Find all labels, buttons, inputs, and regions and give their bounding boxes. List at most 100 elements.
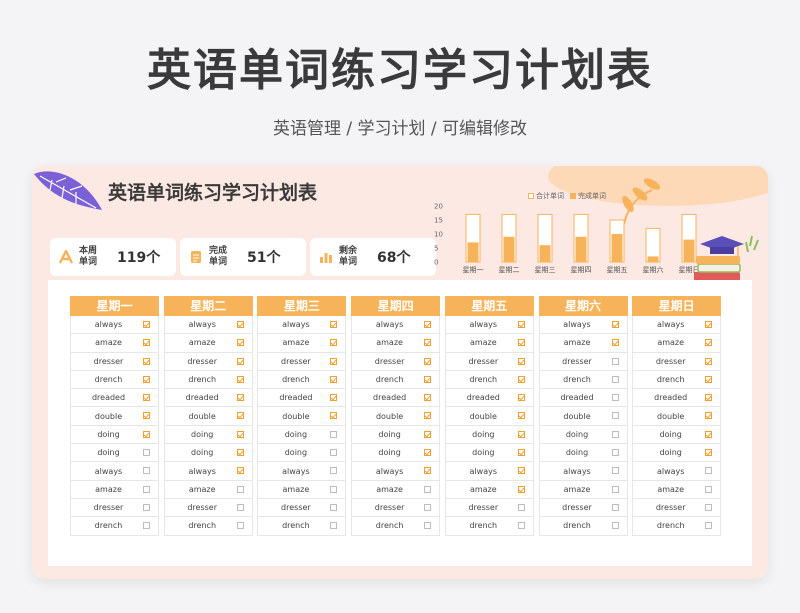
checked-checkbox[interactable] <box>236 394 244 402</box>
word-row: double <box>444 407 534 426</box>
checked-checkbox[interactable] <box>143 321 150 328</box>
checked-checkbox[interactable] <box>236 430 244 438</box>
unchecked-checkbox[interactable] <box>143 449 150 457</box>
checked-checkbox[interactable] <box>517 467 525 475</box>
checked-checkbox[interactable] <box>330 321 338 328</box>
word-row: doing <box>351 425 441 445</box>
checked-checkbox[interactable] <box>143 430 150 438</box>
checked-checkbox[interactable] <box>236 339 244 347</box>
checked-checkbox[interactable] <box>424 357 432 365</box>
checked-checkbox[interactable] <box>236 357 244 365</box>
checked-checkbox[interactable] <box>424 467 432 475</box>
checked-checkbox[interactable] <box>330 357 338 365</box>
checked-checkbox[interactable] <box>517 430 525 438</box>
unchecked-checkbox[interactable] <box>611 485 619 493</box>
checked-checkbox[interactable] <box>705 375 713 383</box>
unchecked-checkbox[interactable] <box>330 522 338 530</box>
stat-value: 119个 <box>117 250 161 266</box>
word-row: always <box>163 316 253 335</box>
unchecked-checkbox[interactable] <box>330 430 338 438</box>
unchecked-checkbox[interactable] <box>705 522 713 530</box>
y-tick-label: 5 <box>434 245 438 253</box>
unchecked-checkbox[interactable] <box>517 503 525 511</box>
checked-checkbox[interactable] <box>517 394 525 402</box>
checked-checkbox[interactable] <box>424 321 432 328</box>
unchecked-checkbox[interactable] <box>330 485 338 493</box>
checked-checkbox[interactable] <box>143 412 150 420</box>
word-row: drench <box>163 370 253 390</box>
checked-checkbox[interactable] <box>236 375 244 383</box>
checked-checkbox[interactable] <box>424 412 432 420</box>
unchecked-checkbox[interactable] <box>705 485 713 493</box>
checked-checkbox[interactable] <box>517 375 525 383</box>
unchecked-checkbox[interactable] <box>611 394 619 402</box>
checked-checkbox[interactable] <box>517 412 525 420</box>
word-row: amaze <box>538 480 628 499</box>
stat-label: 单词 <box>79 257 98 267</box>
checked-checkbox[interactable] <box>236 412 244 420</box>
checked-checkbox[interactable] <box>330 394 338 402</box>
unchecked-checkbox[interactable] <box>330 503 338 511</box>
checked-checkbox[interactable] <box>517 339 525 347</box>
checked-checkbox[interactable] <box>236 321 244 328</box>
checked-checkbox[interactable] <box>517 321 525 328</box>
stat-label: 完成 <box>209 246 228 256</box>
unchecked-checkbox[interactable] <box>143 522 150 530</box>
unchecked-checkbox[interactable] <box>236 503 244 511</box>
bar-done <box>467 242 479 262</box>
unchecked-checkbox[interactable] <box>611 412 619 420</box>
unchecked-checkbox[interactable] <box>611 449 619 457</box>
checked-checkbox[interactable] <box>517 485 525 493</box>
unchecked-checkbox[interactable] <box>611 503 619 511</box>
checked-checkbox[interactable] <box>424 375 432 383</box>
unchecked-checkbox[interactable] <box>236 522 244 530</box>
checked-checkbox[interactable] <box>143 357 150 365</box>
plan-card: 英语单词练习学习计划表 本周 单词 119个 完成 单词 51个 剩余 单词 68个 … <box>32 166 768 579</box>
day-header: 星期六 <box>538 296 628 316</box>
unchecked-checkbox[interactable] <box>424 522 432 530</box>
checked-checkbox[interactable] <box>330 412 338 420</box>
checked-checkbox[interactable] <box>705 339 713 347</box>
checked-checkbox[interactable] <box>705 430 713 438</box>
checked-checkbox[interactable] <box>705 412 713 420</box>
checked-checkbox[interactable] <box>143 375 150 383</box>
checked-checkbox[interactable] <box>611 339 619 347</box>
checked-checkbox[interactable] <box>424 449 432 457</box>
checked-checkbox[interactable] <box>143 339 150 347</box>
checked-checkbox[interactable] <box>705 357 713 365</box>
checked-checkbox[interactable] <box>143 394 150 402</box>
unchecked-checkbox[interactable] <box>330 449 338 457</box>
unchecked-checkbox[interactable] <box>611 467 619 475</box>
checked-checkbox[interactable] <box>611 321 619 328</box>
checked-checkbox[interactable] <box>424 430 432 438</box>
unchecked-checkbox[interactable] <box>143 485 150 493</box>
unchecked-checkbox[interactable] <box>143 467 150 475</box>
checked-checkbox[interactable] <box>705 321 713 328</box>
word-row: dresser <box>70 352 159 371</box>
unchecked-checkbox[interactable] <box>143 503 150 511</box>
checked-checkbox[interactable] <box>705 394 713 402</box>
checked-checkbox[interactable] <box>424 394 432 402</box>
checked-checkbox[interactable] <box>330 375 338 383</box>
checked-checkbox[interactable] <box>236 467 244 475</box>
word-row: always <box>538 316 628 335</box>
unchecked-checkbox[interactable] <box>705 503 713 511</box>
unchecked-checkbox[interactable] <box>611 430 619 438</box>
unchecked-checkbox[interactable] <box>236 485 244 493</box>
unchecked-checkbox[interactable] <box>517 522 525 530</box>
word-row: always <box>632 316 722 335</box>
unchecked-checkbox[interactable] <box>611 522 619 530</box>
unchecked-checkbox[interactable] <box>424 485 432 493</box>
day-header: 星期五 <box>444 296 534 316</box>
checked-checkbox[interactable] <box>330 339 338 347</box>
checked-checkbox[interactable] <box>236 449 244 457</box>
unchecked-checkbox[interactable] <box>330 467 338 475</box>
checked-checkbox[interactable] <box>517 449 525 457</box>
unchecked-checkbox[interactable] <box>424 503 432 511</box>
checked-checkbox[interactable] <box>705 449 713 457</box>
unchecked-checkbox[interactable] <box>705 467 713 475</box>
unchecked-checkbox[interactable] <box>611 375 619 383</box>
checked-checkbox[interactable] <box>424 339 432 347</box>
unchecked-checkbox[interactable] <box>611 357 619 365</box>
checked-checkbox[interactable] <box>517 357 525 365</box>
